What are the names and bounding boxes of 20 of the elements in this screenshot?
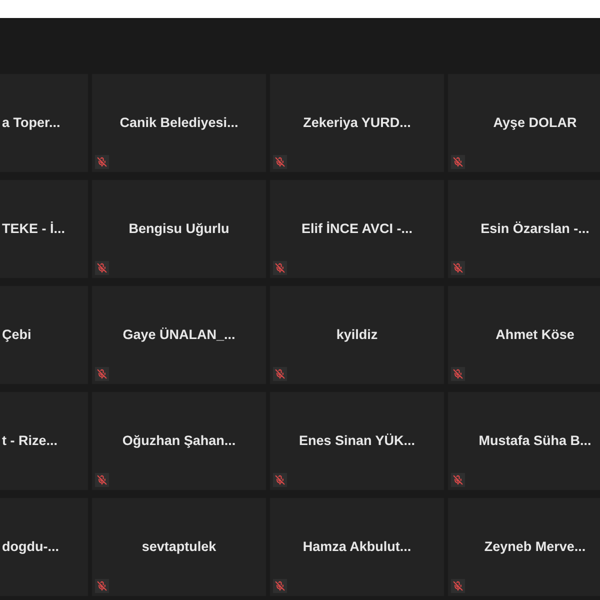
participant-name: kyildiz: [336, 326, 378, 344]
participant-name: Oğuzhan Şahan...: [122, 432, 236, 450]
participant-name: t - Rize...: [2, 432, 58, 450]
participant-name: Canik Belediyesi...: [120, 114, 238, 132]
participant-name: Zekeriya YURD...: [303, 114, 411, 132]
participant-name: Ahmet Köse: [496, 326, 574, 344]
participant-name: sevtaptulek: [142, 538, 216, 556]
participant-name: Hamza Akbulut...: [302, 538, 412, 556]
participant-name: Ayşe DOLAR: [493, 114, 577, 132]
participant-name: TEKE - İ...: [2, 220, 66, 238]
participant-name: Zeyneb Merve...: [484, 538, 586, 556]
participant-name: Çebi: [2, 326, 32, 344]
participant-name: a Toper...: [2, 114, 60, 132]
participant-name: Bengisu Uğurlu: [128, 220, 230, 238]
participant-name: Mustafa Süha B...: [478, 432, 592, 450]
participant-name: Esin Özarslan -...: [480, 220, 590, 238]
participant-name: Elif İNCE AVCI -...: [301, 220, 412, 238]
participant-name: dogdu-...: [2, 538, 59, 556]
participant-name: Gaye ÜNALAN_...: [122, 326, 236, 344]
participant-name: Enes Sinan YÜK...: [298, 432, 416, 450]
